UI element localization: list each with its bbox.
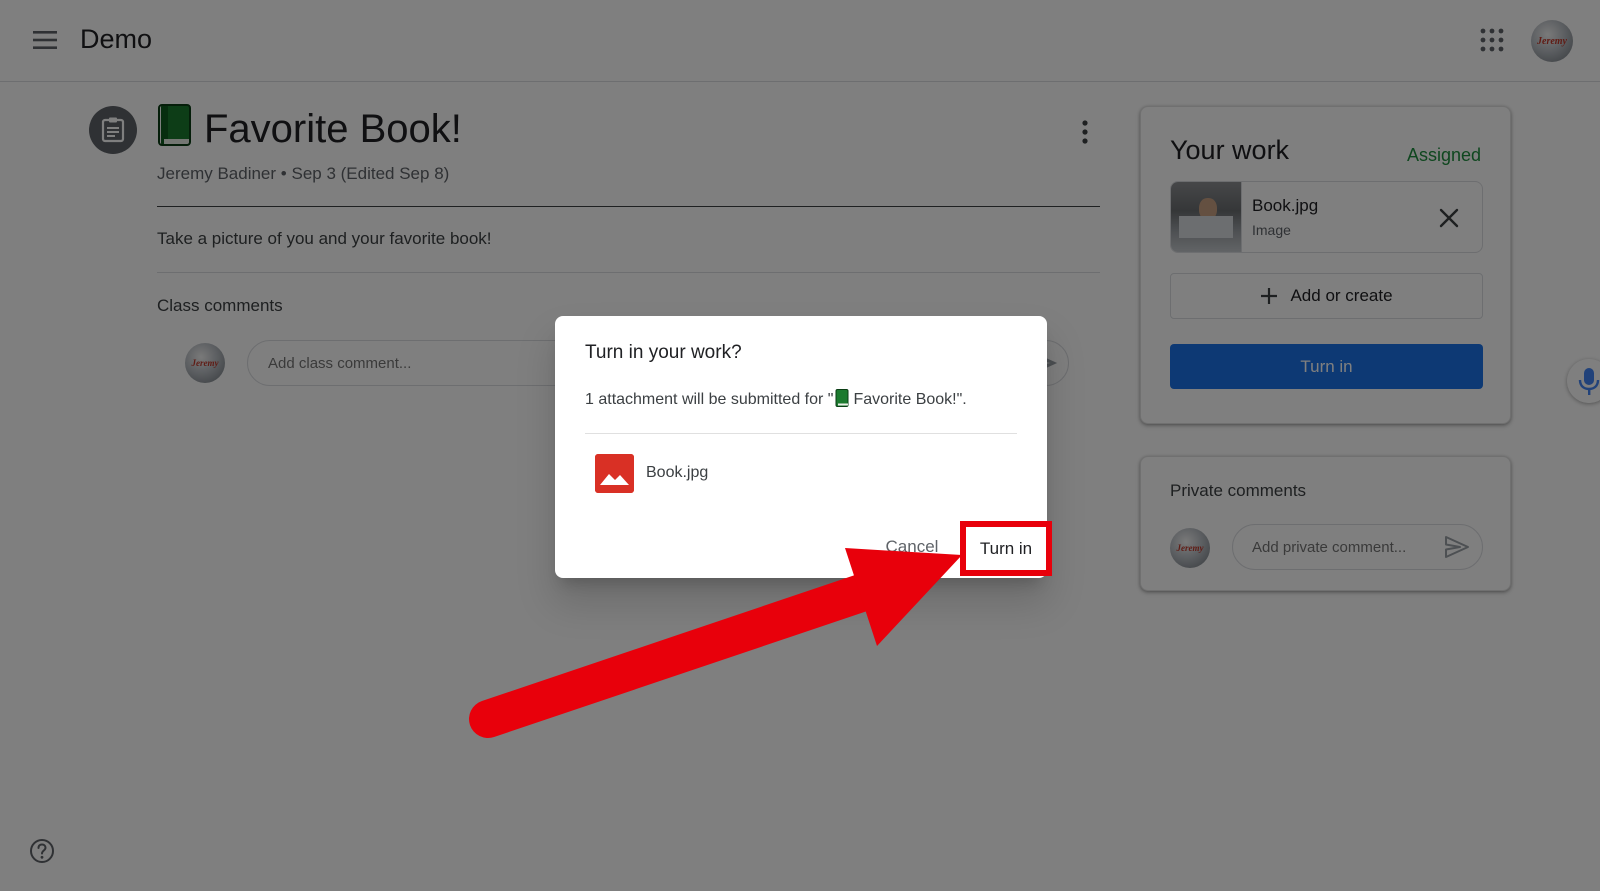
dialog-message-subject: Favorite Book!: [853, 391, 957, 408]
cancel-button[interactable]: Cancel: [867, 533, 957, 561]
dialog-message-suffix: ".: [956, 391, 967, 408]
dialog-file-name: Book.jpg: [646, 464, 709, 481]
dialog-message-prefix: 1 attachment will be submitted for ": [585, 391, 834, 408]
dialog-message: 1 attachment will be submitted for " Fav…: [585, 389, 967, 409]
image-file-icon: [595, 454, 634, 493]
confirm-turn-in-button[interactable]: Turn in: [960, 521, 1052, 576]
green-book-icon: [835, 389, 849, 407]
dialog-divider: [585, 433, 1017, 434]
dialog-title: Turn in your work?: [585, 342, 742, 363]
